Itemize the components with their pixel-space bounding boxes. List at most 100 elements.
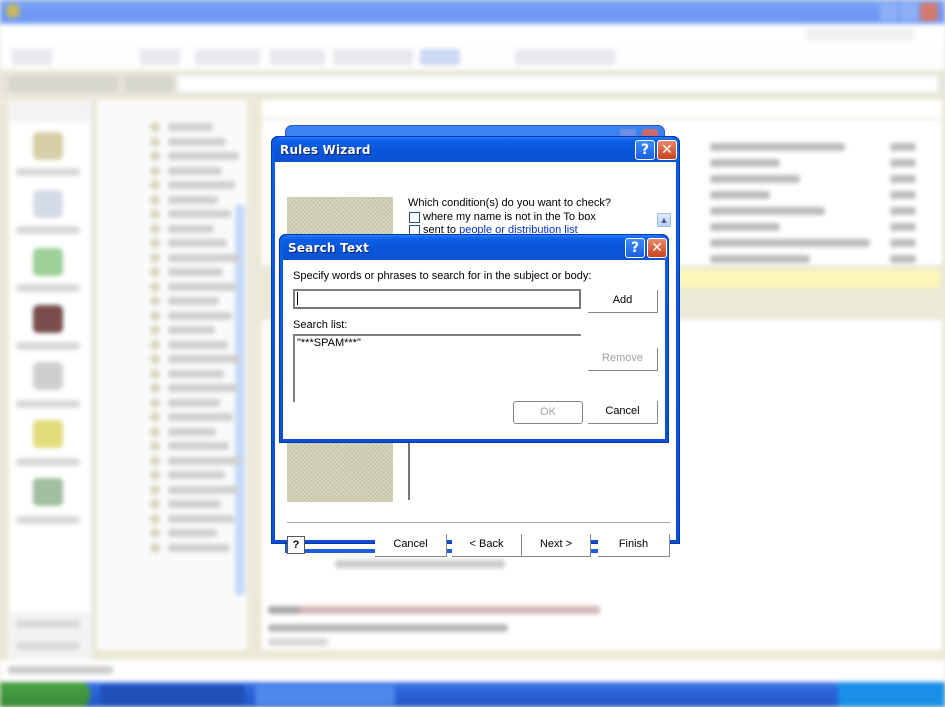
search-text-titlebar[interactable]: Search Text ? ✕	[283, 235, 667, 260]
help-button[interactable]: ?	[635, 140, 655, 160]
contacts-icon	[33, 305, 63, 333]
search-words-input[interactable]	[293, 289, 581, 309]
folder-label	[168, 427, 216, 436]
folder-label	[168, 268, 223, 276]
remove-button[interactable]: Remove	[588, 348, 658, 371]
folder-icon	[150, 513, 160, 524]
folder-icon	[150, 441, 160, 451]
message-subject	[710, 255, 810, 263]
folder-icon	[150, 252, 160, 263]
outlook-today-icon	[33, 132, 63, 160]
inbox-icon	[33, 190, 63, 218]
system-tray	[838, 682, 945, 707]
start-button	[0, 682, 90, 707]
folder-icon	[150, 267, 160, 277]
folder-icon	[150, 528, 160, 538]
folder-label	[168, 137, 226, 146]
outlook-titlebar	[0, 0, 945, 24]
maximize-button	[900, 3, 918, 21]
search-prompt: Specify words or phrases to search for i…	[293, 270, 592, 282]
message-subject	[710, 175, 800, 183]
add-button[interactable]: Add	[588, 290, 658, 313]
folder-icon	[150, 470, 160, 480]
next-button[interactable]: Next >	[522, 534, 591, 557]
folder-label	[168, 253, 240, 262]
rules-wizard-titlebar[interactable]: Rules Wizard ? ✕	[275, 137, 677, 162]
condition-checkbox[interactable]	[409, 212, 420, 223]
folder-label	[168, 398, 220, 407]
question-mark-icon: ?	[630, 240, 640, 256]
folder-label	[168, 224, 214, 233]
message-size	[890, 159, 916, 167]
cancel-button[interactable]: Cancel	[588, 401, 658, 424]
folder-label	[168, 340, 228, 349]
folder-icon	[150, 209, 160, 219]
condition-item[interactable]: where my name is not in the To box	[408, 211, 656, 224]
office-assistant-help-button[interactable]: ?	[287, 536, 305, 554]
scroll-up-button[interactable]: ▲	[657, 213, 671, 227]
folder-label	[168, 210, 231, 218]
back-button[interactable]: < Back	[452, 534, 522, 557]
folder-label	[168, 239, 227, 247]
status-bar	[0, 660, 945, 682]
folder-icon	[150, 354, 160, 364]
toolbar-item	[12, 49, 52, 65]
folder-label	[168, 166, 222, 175]
outlook-address-bar	[178, 76, 938, 92]
taskbar-item	[255, 685, 395, 705]
close-button[interactable]: ✕	[657, 140, 677, 160]
folder-label	[168, 384, 237, 392]
help-icon: ?	[292, 539, 300, 551]
folder-icon	[150, 426, 160, 437]
nav-button	[125, 76, 173, 92]
folder-icon	[150, 542, 160, 553]
outlook-app-icon	[6, 4, 20, 18]
folder-icon	[150, 122, 160, 132]
ok-button[interactable]: OK	[513, 401, 583, 424]
folder-label	[168, 326, 215, 334]
minimize-button	[880, 3, 898, 21]
folder-icon	[150, 339, 160, 350]
cancel-button[interactable]: Cancel	[375, 534, 447, 557]
message-size	[890, 207, 916, 215]
message-size	[890, 143, 916, 151]
folder-icon	[150, 296, 160, 306]
message-subject	[710, 159, 780, 167]
close-icon: ✕	[651, 240, 663, 256]
folder-label	[168, 456, 242, 465]
message-size	[890, 223, 916, 231]
folder-icon	[150, 484, 160, 495]
folder-icon	[150, 151, 160, 161]
toolbar-item	[515, 49, 615, 65]
conditions-prompt: Which condition(s) do you want to check?	[408, 197, 611, 209]
folder-icon	[150, 412, 160, 422]
message-subject	[710, 223, 780, 231]
text-caret	[297, 292, 298, 305]
folder-label	[168, 543, 230, 552]
folder-label	[168, 311, 232, 320]
message-subject	[710, 239, 870, 247]
folder-icon	[150, 194, 160, 205]
folder-label	[168, 500, 221, 508]
search-list[interactable]: "***SPAM***"	[293, 334, 581, 402]
message-list-header	[262, 100, 942, 118]
condition-text: where my name is not in the To box	[423, 211, 596, 223]
close-button[interactable]: ✕	[647, 238, 667, 258]
folder-icon	[150, 165, 160, 176]
question-mark-icon: ?	[640, 142, 650, 158]
folder-label	[168, 471, 225, 479]
outlook-close-button	[920, 3, 938, 21]
rules-wizard-title: Rules Wizard	[280, 143, 371, 157]
folder-label	[168, 181, 235, 189]
folder-icon	[150, 397, 160, 408]
folder-icon	[150, 238, 160, 248]
message-size	[890, 175, 916, 183]
folder-label	[168, 485, 238, 494]
toolbar-item	[140, 49, 180, 65]
message-size	[890, 239, 916, 247]
folder-icon	[150, 499, 160, 509]
search-list-item[interactable]: "***SPAM***"	[295, 336, 581, 350]
folder-icon	[150, 310, 160, 321]
finish-button[interactable]: Finish	[598, 534, 670, 557]
help-button[interactable]: ?	[625, 238, 645, 258]
